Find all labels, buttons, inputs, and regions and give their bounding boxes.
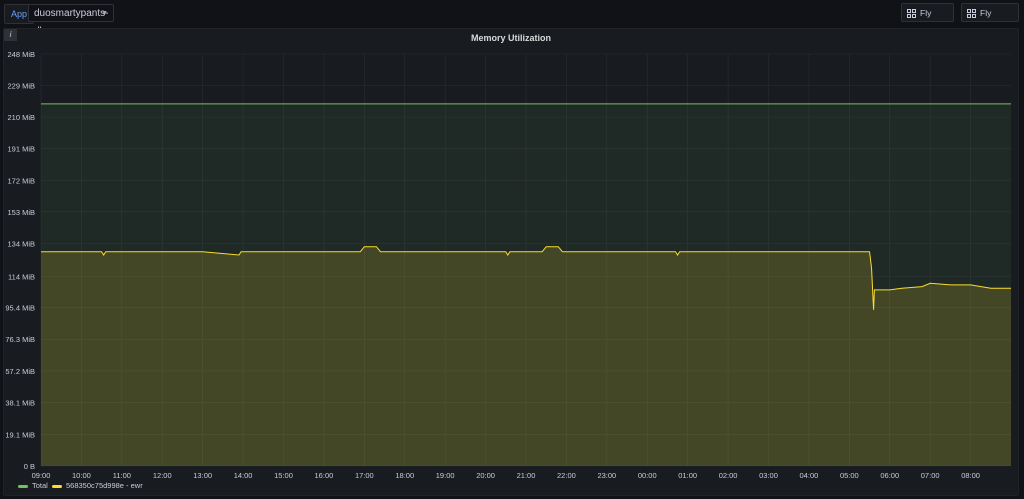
y-tick-label: 248 MiB — [7, 50, 35, 59]
x-tick-label: 18:00 — [395, 471, 414, 480]
x-tick-label: 03:00 — [759, 471, 778, 480]
legend-swatch-total — [18, 484, 28, 488]
x-tick-label: 13:00 — [193, 471, 212, 480]
y-tick-label: 191 MiB — [7, 145, 35, 154]
x-tick-label: 06:00 — [880, 471, 899, 480]
x-tick-label: 09:00 — [32, 471, 51, 480]
legend-label-total: Total — [32, 481, 48, 490]
x-tick-label: 17:00 — [355, 471, 374, 480]
legend-item-total[interactable]: Total — [18, 481, 48, 490]
x-tick-label: 10:00 — [72, 471, 91, 480]
x-tick-label: 11:00 — [113, 471, 131, 480]
y-tick-label: 38.1 MiB — [5, 399, 35, 408]
x-tick-label: 23:00 — [597, 471, 616, 480]
y-tick-label: 229 MiB — [7, 82, 35, 91]
x-tick-label: 04:00 — [800, 471, 819, 480]
y-tick-label: 95.4 MiB — [5, 304, 35, 313]
x-tick-label: 20:00 — [476, 471, 495, 480]
x-tick-label: 14:00 — [234, 471, 253, 480]
legend-label-instance: 568350c75d998e - ewr — [66, 481, 143, 490]
x-tick-label: 21:00 — [517, 471, 536, 480]
series-area-1 — [41, 246, 1011, 466]
x-tick-label: 01:00 — [678, 471, 697, 480]
x-tick-label: 00:00 — [638, 471, 657, 480]
x-tick-label: 08:00 — [961, 471, 980, 480]
y-tick-label: 153 MiB — [7, 208, 35, 217]
x-tick-label: 22:00 — [557, 471, 576, 480]
y-tick-label: 76.3 MiB — [5, 335, 35, 344]
legend-item-instance[interactable]: 568350c75d998e - ewr — [52, 481, 143, 490]
x-tick-label: 19:00 — [436, 471, 455, 480]
y-tick-label: 19.1 MiB — [5, 430, 35, 439]
y-tick-label: 57.2 MiB — [5, 367, 35, 376]
x-tick-label: 16:00 — [315, 471, 334, 480]
y-tick-label: 114 MiB — [8, 273, 35, 282]
x-tick-label: 15:00 — [274, 471, 293, 480]
x-tick-label: 02:00 — [719, 471, 738, 480]
y-tick-label: 0 B — [24, 462, 35, 471]
legend-swatch-instance — [52, 484, 62, 488]
y-tick-label: 134 MiB — [7, 239, 35, 248]
y-tick-label: 172 MiB — [7, 176, 35, 185]
x-tick-label: 07:00 — [921, 471, 940, 480]
x-tick-label: 05:00 — [840, 471, 859, 480]
x-tick-label: 12:00 — [153, 471, 172, 480]
memory-chart: 0 B 19.1 MiB 38.1 MiB 57.2 MiB 76.3 MiB 95.4 … — [5, 50, 1011, 480]
y-tick-label: 210 MiB — [7, 113, 35, 122]
